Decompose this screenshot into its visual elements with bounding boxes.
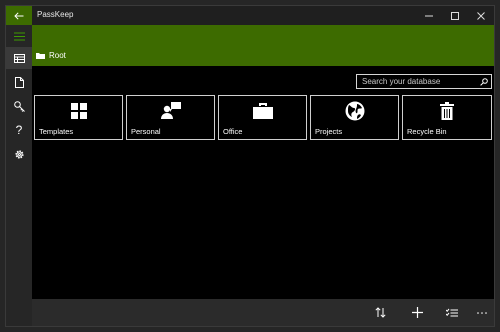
- help-icon: ?: [15, 123, 23, 137]
- key-icon: [13, 100, 25, 112]
- tile-recycle-bin[interactable]: Recycle Bin: [402, 95, 492, 140]
- search-input[interactable]: [357, 75, 477, 88]
- arrow-left-icon: [14, 11, 24, 20]
- tile-projects[interactable]: Projects: [310, 95, 399, 140]
- select-list-icon: [446, 308, 458, 316]
- rail-key-button[interactable]: [6, 95, 32, 117]
- minimize-button[interactable]: [416, 6, 442, 25]
- rail-database-button[interactable]: [6, 47, 32, 69]
- new-file-icon: [14, 76, 24, 88]
- command-bar: [32, 299, 494, 326]
- rail-settings-button[interactable]: [6, 143, 32, 165]
- sort-button[interactable]: [366, 299, 394, 326]
- rail-help-button[interactable]: ?: [6, 119, 32, 141]
- tile-office[interactable]: Office: [218, 95, 307, 140]
- settings-icon: [14, 149, 24, 159]
- rail-new-file-button[interactable]: [6, 71, 32, 93]
- tile-personal[interactable]: Personal: [126, 95, 215, 140]
- nav-rail: ?: [6, 25, 32, 326]
- add-button[interactable]: [403, 299, 431, 326]
- hamburger-menu-button[interactable]: [6, 25, 32, 47]
- close-icon: [477, 11, 485, 20]
- tile-templates[interactable]: Templates: [34, 95, 123, 140]
- person-chat-icon: [160, 102, 181, 119]
- more-icon: [477, 311, 487, 314]
- search-box: [356, 74, 492, 89]
- back-button[interactable]: [6, 6, 32, 25]
- breadcrumb-bar: Root: [32, 25, 494, 66]
- close-button[interactable]: [468, 6, 494, 25]
- search-icon[interactable]: [477, 75, 491, 88]
- tile-label: Recycle Bin: [407, 127, 447, 136]
- title-bar: PassKeep: [6, 6, 494, 25]
- briefcase-icon: [252, 103, 273, 119]
- minimize-icon: [425, 15, 433, 16]
- more-button[interactable]: [468, 299, 496, 326]
- trash-icon: [440, 102, 454, 120]
- database-icon: [13, 53, 25, 63]
- select-list-button[interactable]: [438, 299, 466, 326]
- folder-icon: [36, 52, 45, 59]
- tile-label: Office: [223, 127, 243, 136]
- grid-icon: [70, 103, 87, 119]
- globe-icon: [345, 101, 364, 121]
- main-content: Templates Personal: [32, 66, 494, 299]
- add-icon: [411, 307, 423, 318]
- breadcrumb-root-label: Root: [49, 50, 66, 60]
- app-window: PassKeep ? Root Search your database Tem…: [6, 6, 494, 326]
- maximize-icon: [451, 11, 459, 20]
- maximize-button[interactable]: [442, 6, 468, 25]
- app-title: PassKeep: [37, 10, 74, 19]
- group-tiles: Templates Personal Office Projects Recyc…: [34, 95, 492, 140]
- hamburger-menu-icon: [13, 32, 25, 40]
- tile-label: Personal: [131, 127, 161, 136]
- tile-label: Projects: [315, 127, 343, 136]
- breadcrumb-root[interactable]: Root: [36, 49, 66, 61]
- tile-label: Templates: [39, 127, 74, 136]
- sort-icon: [374, 307, 386, 318]
